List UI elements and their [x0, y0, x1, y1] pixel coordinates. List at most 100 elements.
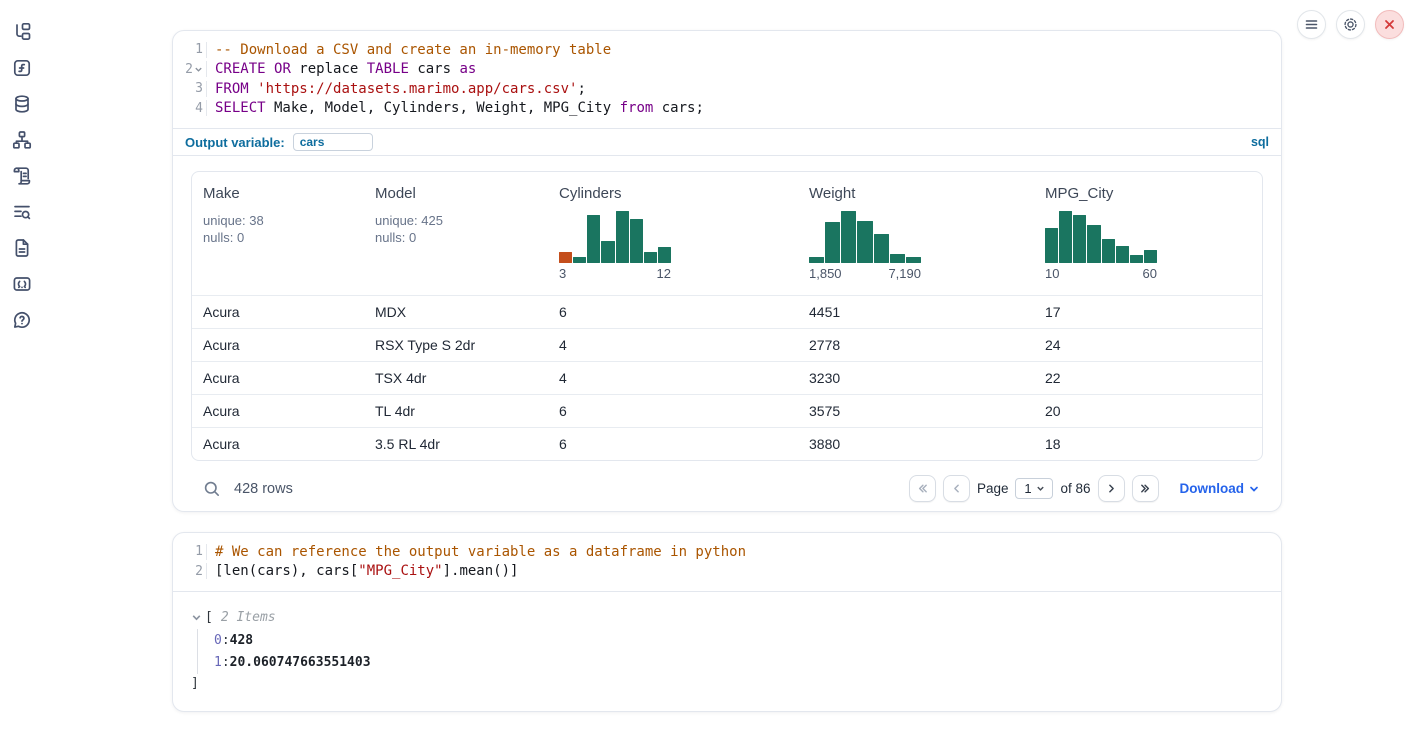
code-text: CREATE OR replace TABLE cars as — [206, 61, 1281, 77]
next-page-button[interactable] — [1098, 475, 1125, 502]
table-row[interactable]: AcuraTL 4dr6357520 — [192, 394, 1262, 427]
histogram-bar — [1087, 225, 1100, 263]
table-cell: 20 — [1034, 394, 1262, 427]
table-cell: 2778 — [798, 328, 1034, 361]
close-icon — [1383, 18, 1396, 31]
column-name[interactable]: Model — [375, 185, 542, 202]
data-table: Make unique: 38nulls: 0 Model unique: 425nu… — [192, 172, 1262, 460]
line-number: 2 — [185, 62, 193, 77]
table-row[interactable]: AcuraMDX6445117 — [192, 295, 1262, 328]
tree-entry-key: 1 — [214, 655, 222, 670]
table-cell: TL 4dr — [364, 394, 548, 427]
shutdown-button[interactable] — [1375, 10, 1404, 39]
page-total-label: of 86 — [1060, 481, 1090, 496]
histogram-bar — [630, 219, 643, 263]
column-name[interactable]: Cylinders — [559, 185, 792, 202]
first-page-button[interactable] — [909, 475, 936, 502]
histogram-bar — [1130, 255, 1143, 263]
line-gutter: 2 — [173, 62, 206, 77]
code-text: SELECT Make, Model, Cylinders, Weight, M… — [206, 100, 1281, 116]
tree-entry: 1: 20.060747663551403 — [214, 652, 1281, 675]
sql-code-editor[interactable]: 1-- Download a CSV and create an in-memo… — [173, 31, 1281, 128]
code-text: FROM 'https://datasets.marimo.app/cars.c… — [206, 81, 1281, 97]
table-cell: 24 — [1034, 328, 1262, 361]
histogram-bar — [601, 241, 614, 263]
histogram-bar — [1059, 211, 1072, 263]
column-header: Weight1,8507,190 — [798, 172, 1034, 295]
column-header: Cylinders312 — [548, 172, 798, 295]
download-button[interactable]: Download — [1180, 481, 1260, 496]
sidebar-item-help[interactable] — [12, 310, 32, 330]
line-gutter: 1 — [173, 544, 206, 559]
table-cell: 6 — [548, 427, 798, 460]
database-icon — [12, 94, 32, 114]
chevrons-right-icon — [1139, 482, 1152, 495]
code-text: -- Download a CSV and create an in-memor… — [206, 42, 1281, 58]
table-footer: 428 rows Page 1 — [191, 461, 1263, 502]
sidebar-item-snippets[interactable] — [12, 274, 32, 294]
output-variable-strip: Output variable: sql — [173, 128, 1281, 156]
file-text-icon — [12, 238, 32, 258]
column-name[interactable]: Make — [203, 185, 358, 202]
line-number: 4 — [195, 101, 203, 116]
tree-items-count: 2 Items — [221, 610, 276, 625]
table-cell: 4451 — [798, 295, 1034, 328]
scroll-icon — [12, 166, 32, 186]
histogram-axis-labels: 1060 — [1045, 266, 1157, 281]
table-row[interactable]: Acura3.5 RL 4dr6388018 — [192, 427, 1262, 460]
histogram-bar — [857, 221, 872, 263]
histogram-bar — [559, 252, 572, 263]
fold-chevron-icon[interactable] — [193, 65, 203, 74]
tree-entry-key: 0 — [214, 633, 222, 648]
last-page-button[interactable] — [1132, 475, 1159, 502]
table-cell: Acura — [192, 394, 364, 427]
column-histogram — [1045, 211, 1157, 263]
table-row[interactable]: AcuraTSX 4dr4323022 — [192, 361, 1262, 394]
table-cell: 18 — [1034, 427, 1262, 460]
code-line[interactable]: 1-- Download a CSV and create an in-memo… — [173, 40, 1281, 60]
chevron-down-icon — [1249, 484, 1259, 494]
column-stats: unique: 38nulls: 0 — [203, 213, 358, 246]
network-icon — [12, 130, 32, 150]
sidebar-item-logs[interactable] — [12, 166, 32, 186]
list-search-icon — [12, 202, 32, 222]
code-snippet-icon — [12, 274, 32, 294]
histogram-bar — [1102, 239, 1115, 263]
line-number: 1 — [195, 544, 203, 559]
table-cell: 3575 — [798, 394, 1034, 427]
page-number-select[interactable]: 1 — [1015, 478, 1053, 499]
chevron-left-icon — [950, 482, 963, 495]
code-text: # We can reference the output variable a… — [206, 544, 1281, 560]
previous-page-button[interactable] — [943, 475, 970, 502]
code-line[interactable]: 1# We can reference the output variable … — [173, 542, 1281, 562]
search-icon[interactable] — [203, 480, 221, 498]
column-name[interactable]: Weight — [809, 185, 1028, 202]
help-bubble-icon — [12, 310, 32, 330]
output-variable-input[interactable] — [293, 133, 373, 151]
sidebar-item-documentation[interactable] — [12, 238, 32, 258]
settings-button[interactable] — [1336, 10, 1365, 39]
tree-root-row: [ 2 Items — [191, 607, 1281, 627]
sidebar-item-data-sources[interactable] — [12, 94, 32, 114]
column-name[interactable]: MPG_City — [1045, 185, 1256, 202]
table-row[interactable]: AcuraRSX Type S 2dr4277824 — [192, 328, 1262, 361]
code-line[interactable]: 4SELECT Make, Model, Cylinders, Weight, … — [173, 99, 1281, 119]
code-line[interactable]: 3FROM 'https://datasets.marimo.app/cars.… — [173, 79, 1281, 99]
python-code-editor[interactable]: 1# We can reference the output variable … — [173, 533, 1281, 591]
code-line[interactable]: 2 CREATE OR replace TABLE cars as — [173, 60, 1281, 80]
line-gutter: 2 — [173, 564, 206, 579]
table-cell: 6 — [548, 394, 798, 427]
sidebar-item-dependency-graph[interactable] — [12, 130, 32, 150]
sidebar-item-file-explorer[interactable] — [12, 22, 32, 42]
sidebar-item-table-of-contents[interactable] — [12, 202, 32, 222]
sidebar-item-variables[interactable] — [12, 58, 32, 78]
menu-button[interactable] — [1297, 10, 1326, 39]
column-stats: unique: 425nulls: 0 — [375, 213, 542, 246]
table-cell: 22 — [1034, 361, 1262, 394]
pagination: Page 1 of 86 — [909, 475, 1259, 502]
code-line[interactable]: 2[len(cars), cars["MPG_City"].mean()] — [173, 562, 1281, 582]
tree-collapse-toggle[interactable] — [191, 612, 205, 623]
file-tree-icon — [12, 22, 32, 42]
histogram-bar — [809, 257, 824, 263]
chevron-right-icon — [1105, 482, 1118, 495]
